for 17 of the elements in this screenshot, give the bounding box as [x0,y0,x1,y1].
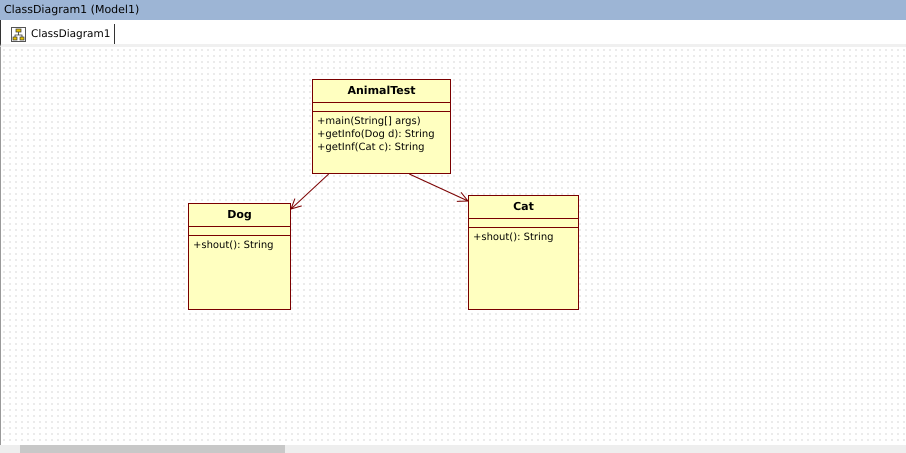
operation-text: +getInfo(Dog d): String [317,128,436,141]
class-box[interactable]: Dog +shout(): String [188,203,291,310]
scrollbar-thumb[interactable] [20,445,285,453]
class-box[interactable]: AnimalTest +main(String[] args) +getInfo(Dog d): String +getInf(Cat c): String [312,79,451,174]
dependency-arrow [290,174,330,210]
operation-text: +getInf(Cat c): String [317,141,426,154]
class-box[interactable]: Cat +shout(): String [468,195,579,310]
operation-text: +main(String[] args) [317,115,422,128]
dependency-arrow [408,174,468,202]
operation-text: +shout(): String [193,239,274,252]
operation-text: +shout(): String [473,231,554,244]
diagram-icon [11,26,26,42]
class-name: Cat [469,196,578,219]
window-title: ClassDiagram1 (Model1) [0,0,906,20]
class-name: AnimalTest [313,80,450,103]
horizontal-scrollbar[interactable] [0,445,906,453]
class-name: Dog [189,204,290,227]
